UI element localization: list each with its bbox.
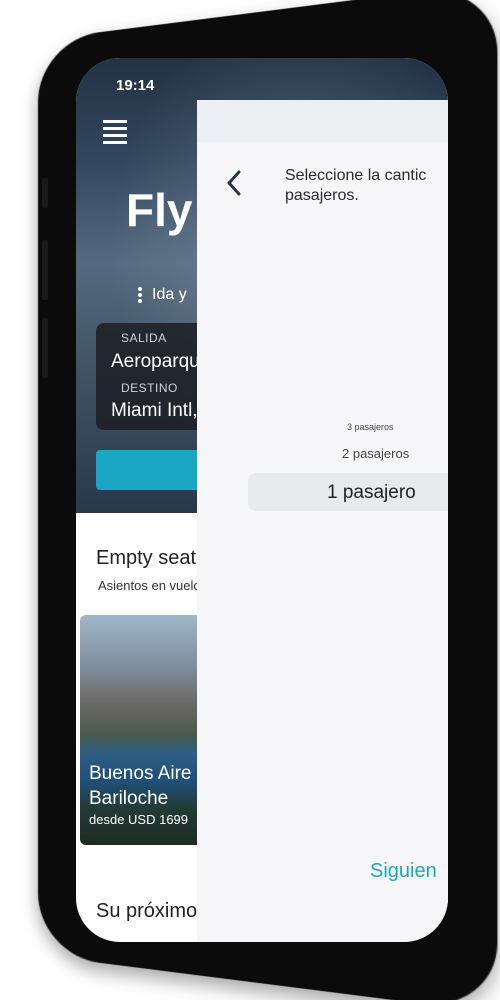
phone-volume-down-button (42, 318, 48, 378)
empty-seats-subtitle: Asientos en vuelo (98, 578, 201, 593)
origin-value[interactable]: Aeroparqu (111, 351, 200, 373)
hamburger-menu-icon[interactable] (103, 120, 127, 144)
phone-side-button (42, 178, 48, 208)
chevron-left-icon[interactable] (223, 168, 245, 198)
more-vertical-icon (138, 287, 142, 303)
destination-card-line1: Buenos Aire (89, 763, 192, 784)
destination-value[interactable]: Miami Intl, (111, 400, 198, 422)
picker-option[interactable]: 2 pasajeros (342, 446, 409, 461)
panel-header-bar (197, 100, 448, 142)
origin-label: SALIDA (121, 331, 167, 345)
phone-mockup: 19:14 Fly Ida y SALIDA Aeroparqu DESTINO… (0, 0, 500, 1000)
trip-type-selector[interactable]: Ida y (138, 286, 187, 304)
passenger-selector-panel: Seleccione la cantic pasajeros. 3 pasaje… (197, 100, 448, 942)
next-trip-title: Su próximo (96, 900, 198, 922)
picker-selected-option[interactable]: 1 pasajero (327, 482, 416, 504)
destination-card-price: desde USD 1699 (89, 812, 189, 827)
next-button[interactable]: Siguien (370, 860, 437, 883)
destination-card-line2: Bariloche (89, 788, 169, 809)
picker-option[interactable]: 3 pasajeros (347, 422, 394, 432)
app-title: Fly (126, 184, 193, 236)
status-time: 19:14 (116, 77, 155, 94)
empty-seats-title: Empty seat (96, 547, 197, 569)
phone-volume-up-button (42, 240, 48, 300)
destination-label: DESTINO (121, 381, 178, 395)
trip-type-label: Ida y (152, 286, 187, 303)
passenger-prompt: Seleccione la cantic pasajeros. (285, 167, 427, 204)
phone-screen: 19:14 Fly Ida y SALIDA Aeroparqu DESTINO… (76, 58, 448, 942)
